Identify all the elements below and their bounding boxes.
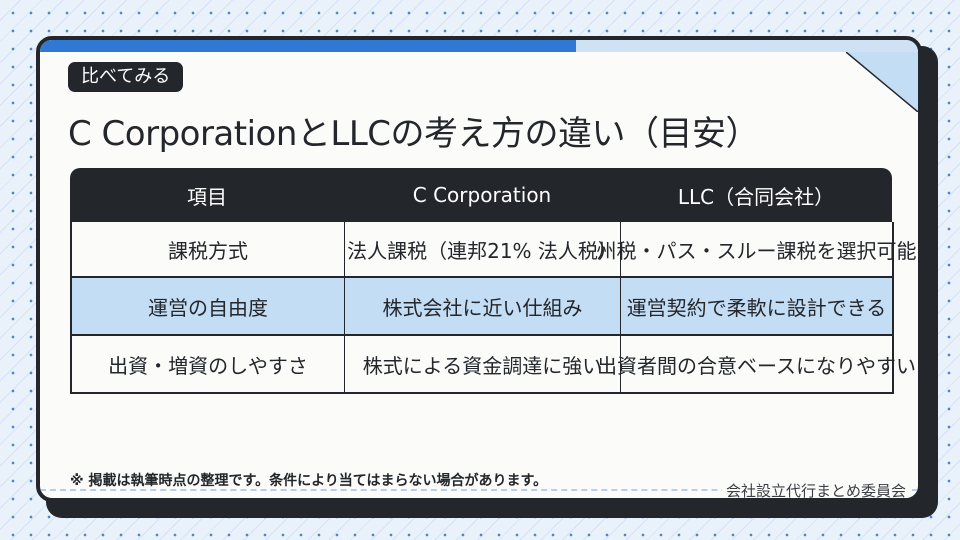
table-cell: 運営の自由度 <box>148 295 268 320</box>
footnote: ※ 掲載は執筆時点の整理です。条件により当てはまらない場合があります。 <box>70 473 548 489</box>
table-cell: 課税方式 <box>168 238 248 263</box>
table-cell: 州税・パス・スルー課税を選択可能 <box>597 222 917 276</box>
table-row: 出資・増資のしやすさ 株式による資金調達に強い 出資者間の合意ベースになりやすい <box>72 334 916 392</box>
table-header: 項目 C Corporation LLC（合同会社） <box>70 168 892 222</box>
organization-name: 会社設立代行まとめ委員会 <box>721 480 910 498</box>
table-row: 運営の自由度 株式会社に近い仕組み 運営契約で柔軟に設計できる <box>72 276 892 334</box>
header-cell: 項目 <box>187 184 227 209</box>
table-cell: 出資・増資のしやすさ <box>108 353 308 378</box>
table-cell: 出資者間の合意ベースになりやすい <box>597 336 916 392</box>
slide-card: 比べてみる C CorporationとLLCの考え方の違い（目安） 項目 C … <box>36 36 922 502</box>
progress-fill <box>40 40 576 52</box>
table-cell: 株式による資金調達に強い <box>344 336 620 392</box>
table-row: 課税方式 法人課税（連邦21% 法人税） 州税・パス・スルー課税を選択可能 <box>72 222 917 276</box>
section-badge: 比べてみる <box>68 62 184 92</box>
table-body: 課税方式 法人課税（連邦21% 法人税） 州税・パス・スルー課税を選択可能 運営… <box>70 222 917 394</box>
progress-bar <box>40 40 918 52</box>
table-cell: 株式会社に近い仕組み <box>344 278 620 334</box>
page-fold-decoration <box>846 52 918 112</box>
table-cell: 法人課税（連邦21% 法人税） <box>344 222 620 276</box>
comparison-table: 項目 C Corporation LLC（合同会社） 課税方式 法人課税（連邦2… <box>70 168 917 394</box>
header-cell: LLC（合同会社） <box>677 184 835 209</box>
page-title: C CorporationとLLCの考え方の違い（目安） <box>68 114 760 154</box>
header-cell: C Corporation <box>412 183 552 207</box>
table-cell: 運営契約で柔軟に設計できる <box>620 278 892 334</box>
